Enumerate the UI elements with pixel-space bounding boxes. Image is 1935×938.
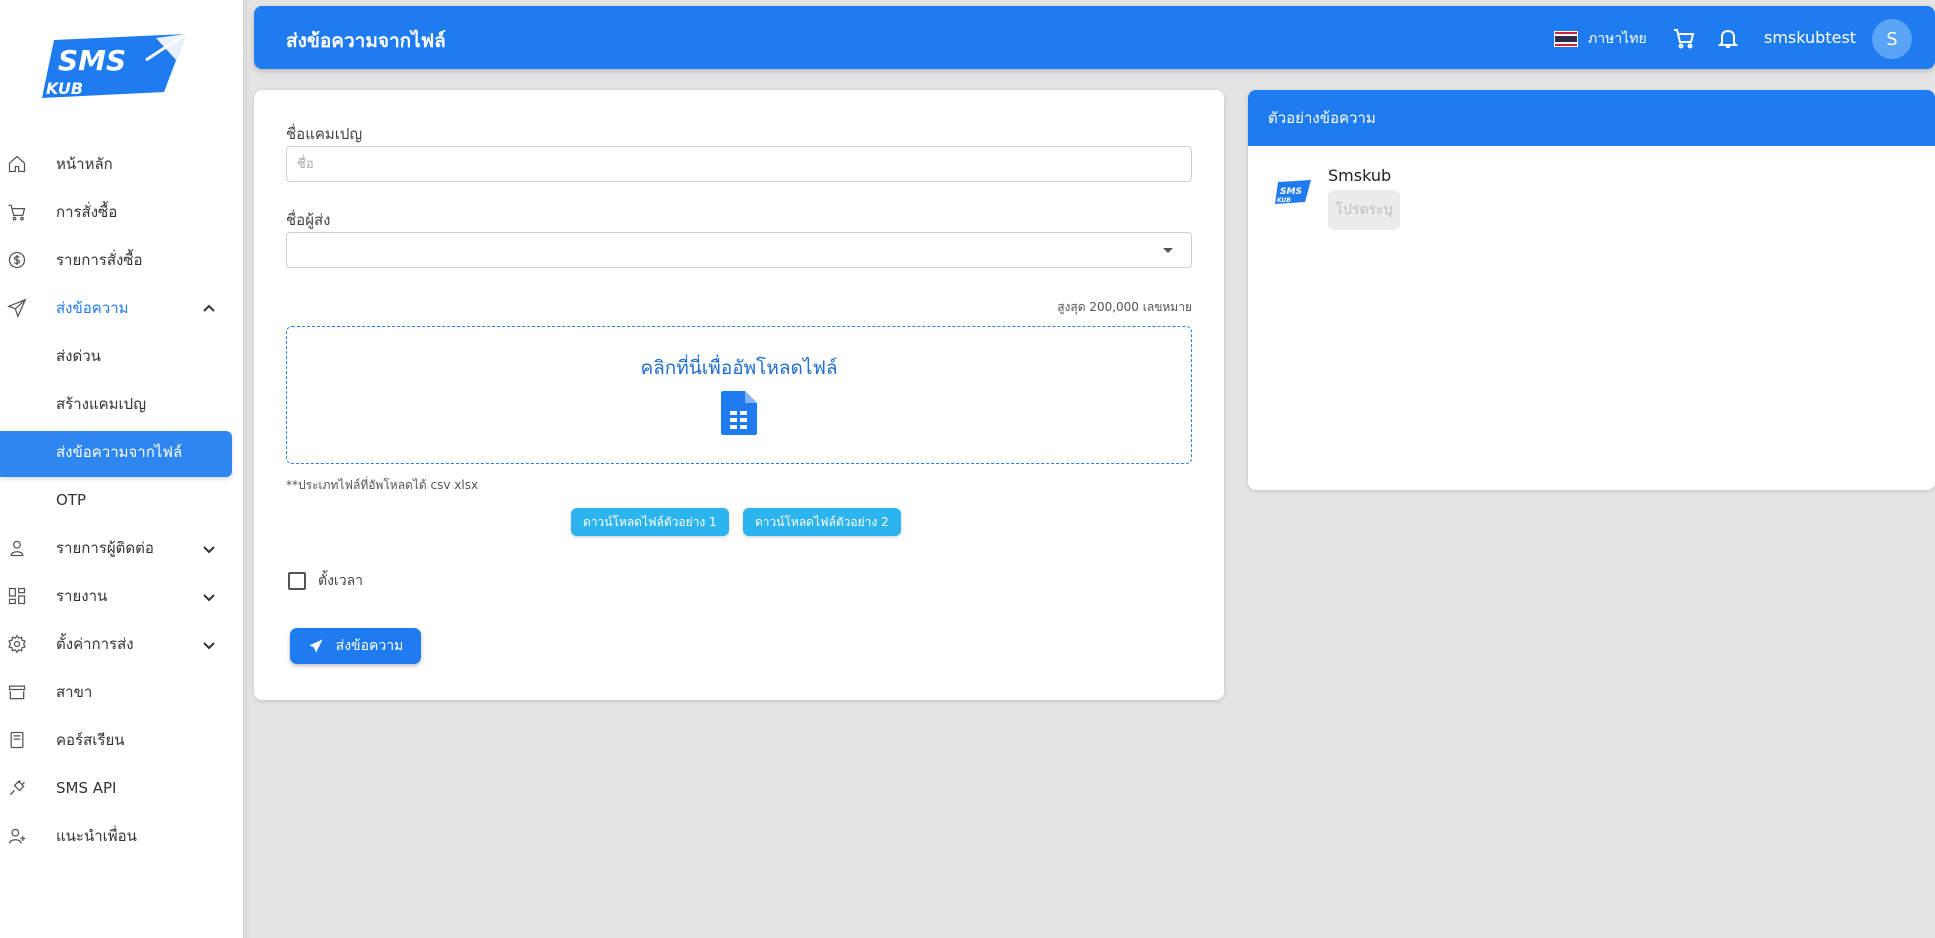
sidebar-item-otp[interactable]: OTP (0, 476, 243, 524)
page-title: ส่งข้อความจากไฟล์ (286, 30, 446, 52)
sidebar-item-contacts[interactable]: รายการผู้ติดต่อ (0, 524, 243, 572)
sidebar-item-send-settings[interactable]: ตั้งค่าการส่ง (0, 620, 243, 668)
bell-icon[interactable] (1716, 26, 1740, 50)
preview-sender-name: Smskub (1328, 166, 1392, 185)
sidebar-item-label: ตั้งค่าการส่ง (56, 635, 134, 653)
cart-icon (6, 201, 28, 223)
sidebar-item-refer-friend[interactable]: แนะนำเพื่อน (0, 812, 243, 860)
sidebar-item-reports[interactable]: รายงาน (0, 572, 243, 620)
sidebar-item-orders[interactable]: รายการสั่งซื้อ (0, 236, 243, 284)
header-bar: ส่งข้อความจากไฟล์ ภาษาไทย smskubtest S (254, 6, 1935, 69)
sidebar: SMS KUB หน้าหลัก การสั่งซื้อ รายการสั่งซ… (0, 0, 243, 938)
message-preview-card: ตัวอย่างข้อความ SMS KUB Smskub โปรดระบุ (1248, 90, 1935, 490)
language-label: ภาษาไทย (1588, 31, 1647, 47)
chevron-down-icon (202, 541, 216, 555)
paper-plane-icon (308, 639, 323, 653)
preview-message-bubble: โปรดระบุ (1328, 190, 1400, 230)
send-message-button[interactable]: ส่งข้อความ (290, 628, 421, 664)
sidebar-item-branch[interactable]: สาขา (0, 668, 243, 716)
allowed-file-types-note: **ประเภทไฟล์ที่อัพโหลดได้ csv xlsx (286, 478, 479, 492)
book-icon (6, 729, 28, 751)
send-icon (6, 297, 28, 319)
avatar[interactable]: S (1872, 19, 1912, 59)
cart-icon[interactable] (1672, 26, 1696, 50)
spreadsheet-file-icon (719, 389, 759, 437)
caret-down-icon (1163, 248, 1173, 253)
schedule-label: ตั้งเวลา (318, 573, 364, 589)
schedule-option[interactable]: ตั้งเวลา (288, 570, 363, 592)
smskub-logo-small: SMS KUB (1273, 178, 1313, 206)
upload-instruction: คลิกที่นี่เพื่ออัพโหลดไฟล์ (640, 357, 838, 379)
sender-name-label: ชื่อผู้ส่ง (286, 211, 331, 229)
sidebar-item-label: รายงาน (56, 587, 108, 605)
sidebar-item-label: รายการสั่งซื้อ (56, 251, 143, 269)
sidebar-item-purchase[interactable]: การสั่งซื้อ (0, 188, 243, 236)
sidebar-item-label: รายการผู้ติดต่อ (56, 539, 154, 557)
sidebar-item-label: ส่งข้อความจากไฟล์ (56, 443, 183, 461)
user-add-icon (6, 825, 28, 847)
sidebar-item-quick-send[interactable]: ส่งด่วน (0, 332, 243, 380)
svg-text:KUB: KUB (46, 79, 83, 98)
store-icon (6, 681, 28, 703)
sidebar-item-sms-api[interactable]: SMS API (0, 764, 243, 812)
language-selector[interactable]: ภาษาไทย (1554, 28, 1647, 50)
sidebar-nav: หน้าหลัก การสั่งซื้อ รายการสั่งซื้อ ส่งข… (0, 140, 243, 860)
sidebar-item-label: สาขา (56, 683, 93, 701)
send-button-label: ส่งข้อความ (335, 638, 404, 654)
sidebar-item-label: สร้างแคมเปญ (56, 395, 146, 413)
sidebar-item-send-from-file[interactable]: ส่งข้อความจากไฟล์ (0, 428, 243, 477)
sidebar-item-label: แนะนำเพื่อน (56, 827, 137, 845)
user-icon (6, 537, 28, 559)
sidebar-item-label: SMS API (56, 779, 117, 797)
campaign-name-input[interactable] (286, 146, 1192, 182)
sidebar-item-label: หน้าหลัก (56, 155, 113, 173)
sidebar-shadow (243, 0, 251, 938)
dashboard-icon (6, 585, 28, 607)
sidebar-item-courses[interactable]: คอร์สเรียน (0, 716, 243, 764)
dollar-circle-icon (6, 249, 28, 271)
home-icon (6, 153, 28, 175)
file-upload-dropzone[interactable]: คลิกที่นี่เพื่ออัพโหลดไฟล์ (286, 326, 1192, 464)
schedule-checkbox[interactable] (288, 572, 306, 590)
sidebar-item-send-message[interactable]: ส่งข้อความ (0, 284, 243, 332)
sidebar-item-label: ส่งข้อความ (56, 299, 129, 317)
svg-text:SMS: SMS (58, 44, 126, 77)
plug-icon (6, 777, 28, 799)
sender-name-select[interactable] (286, 232, 1192, 268)
send-from-file-form: ชื่อแคมเปญ ชื่อผู้ส่ง สูงสุด 200,000 เลข… (254, 90, 1224, 700)
preview-title: ตัวอย่างข้อความ (1248, 90, 1935, 146)
sidebar-item-create-campaign[interactable]: สร้างแคมเปญ (0, 380, 243, 428)
max-numbers-note: สูงสุด 200,000 เลขหมาย (1057, 300, 1192, 314)
sidebar-item-label: ส่งด่วน (56, 347, 101, 365)
username[interactable]: smskubtest (1764, 28, 1856, 47)
chevron-down-icon (202, 589, 216, 603)
thai-flag-icon (1554, 31, 1578, 47)
sidebar-item-label: OTP (56, 491, 87, 509)
gear-icon (6, 633, 28, 655)
sidebar-item-home[interactable]: หน้าหลัก (0, 140, 243, 188)
smskub-logo[interactable]: SMS KUB (36, 30, 192, 102)
chevron-up-icon (202, 301, 216, 315)
download-sample-1-button[interactable]: ดาวน์โหลดไฟล์ตัวอย่าง 1 (571, 508, 729, 536)
chevron-down-icon (202, 637, 216, 651)
sidebar-item-label: การสั่งซื้อ (56, 203, 118, 221)
svg-text:KUB: KUB (1277, 197, 1291, 204)
sidebar-item-label: คอร์สเรียน (56, 731, 125, 749)
campaign-name-label: ชื่อแคมเปญ (286, 125, 363, 143)
svg-text:SMS: SMS (1280, 187, 1302, 197)
download-sample-2-button[interactable]: ดาวน์โหลดไฟล์ตัวอย่าง 2 (743, 508, 901, 536)
